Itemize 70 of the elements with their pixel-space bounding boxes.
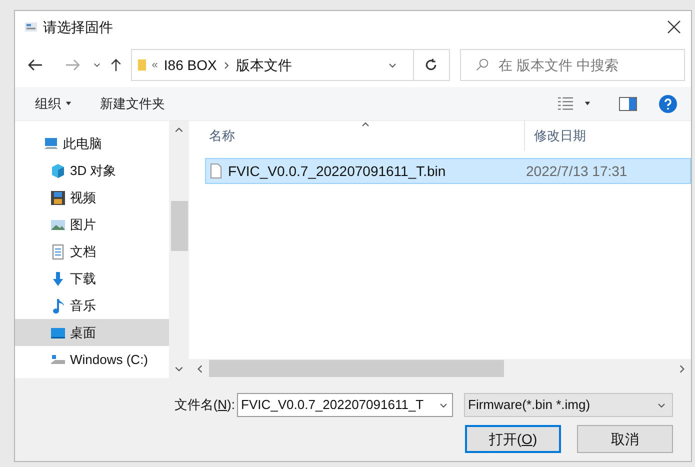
organize-button[interactable]: 组织	[35, 94, 72, 114]
dropdown-caret-icon	[439, 400, 448, 410]
cube-icon	[50, 162, 66, 178]
file-row[interactable]: FVIC_V0.0.7_202207091611_T.bin 2022/7/13 17:31	[205, 158, 691, 184]
down-arrow-icon	[50, 270, 66, 286]
view-caret-icon[interactable]	[584, 100, 591, 107]
folder-icon	[138, 58, 146, 72]
window-title: 请选择固件	[43, 18, 113, 36]
sidebar-item[interactable]: 音乐	[15, 292, 169, 319]
caret-icon	[65, 100, 72, 107]
horizontal-scrollbar[interactable]	[189, 359, 691, 378]
sidebar-label: 桌面	[70, 324, 96, 342]
vertical-scrollbar[interactable]	[169, 121, 189, 378]
search-field[interactable]: 在 版本文件 中搜索	[460, 49, 685, 81]
sidebar-item[interactable]: 文档	[15, 238, 169, 265]
filename-label: 文件名(N):	[173, 396, 235, 414]
film-icon	[50, 190, 66, 206]
scroll-right-icon	[677, 364, 687, 374]
file-icon	[210, 163, 222, 179]
new-folder-button[interactable]: 新建文件夹	[100, 94, 165, 114]
help-icon[interactable]	[659, 94, 677, 112]
app-icon	[25, 22, 37, 32]
sidebar-item[interactable]: 视频	[15, 184, 169, 211]
sidebar-item[interactable]: 此电脑	[15, 130, 169, 157]
back-arrow-icon[interactable]	[27, 57, 43, 73]
scroll-thumb[interactable]	[209, 360, 504, 377]
up-arrow-icon[interactable]	[108, 57, 123, 73]
cancel-button[interactable]: 取消	[577, 425, 673, 453]
breadcrumb-item[interactable]: I86 BOX	[164, 54, 217, 76]
sidebar-label: 音乐	[70, 296, 96, 315]
document-icon	[50, 244, 66, 260]
file-name: FVIC_V0.0.7_202207091611_T.bin	[228, 162, 446, 181]
breadcrumb-item[interactable]: 版本文件	[236, 54, 292, 76]
sidebar-label: 视频	[70, 188, 96, 207]
view-list-icon[interactable]	[557, 96, 574, 111]
sidebar-item[interactable]: 下载	[15, 265, 169, 292]
computer-icon	[43, 136, 59, 152]
sidebar-label: 下载	[70, 270, 96, 288]
close-icon[interactable]	[667, 20, 681, 34]
scroll-left-icon	[195, 364, 205, 374]
music-note-icon	[50, 298, 66, 314]
history-caret-icon	[388, 60, 397, 70]
address-bar[interactable]: « I86 BOX 版本文件	[130, 49, 450, 81]
column-header[interactable]: 修改日期	[525, 120, 691, 151]
sort-caret-icon	[361, 120, 370, 129]
sidebar-item[interactable]: Windows (C:)	[15, 346, 169, 373]
scroll-up-icon	[174, 125, 184, 135]
sidebar-label: 此电脑	[63, 134, 102, 153]
refresh-icon[interactable]	[424, 58, 438, 72]
recent-caret-icon	[92, 61, 101, 69]
breadcrumb-chevron-icon	[222, 60, 231, 70]
sidebar-label: 文档	[70, 242, 96, 261]
search-placeholder: 在 版本文件 中搜索	[498, 56, 618, 74]
dropdown-caret-icon	[657, 400, 666, 410]
column-header[interactable]: 名称	[189, 120, 525, 151]
sidebar-item[interactable]: 图片	[15, 211, 169, 238]
overflow-marker[interactable]: «	[152, 56, 158, 74]
search-icon	[474, 58, 489, 72]
scroll-down-icon	[174, 364, 184, 374]
sidebar-label: Windows (C:)	[70, 350, 148, 369]
open-button[interactable]: 打开(O)	[465, 425, 561, 453]
filename-field[interactable]: FVIC_V0.0.7_202207091611_T	[237, 393, 453, 417]
sidebar-label: 图片	[70, 216, 96, 234]
scroll-thumb[interactable]	[170, 201, 188, 251]
modified-date: 2022/7/13 17:31	[526, 162, 628, 180]
sidebar-item[interactable]: 3D 对象	[15, 157, 169, 184]
preview-pane-icon[interactable]	[619, 96, 637, 110]
file-type-dropdown[interactable]: Firmware(*.bin *.img)	[464, 393, 673, 417]
sidebar-label: 3D 对象	[70, 162, 116, 180]
sidebar-item[interactable]: 桌面	[15, 319, 169, 346]
